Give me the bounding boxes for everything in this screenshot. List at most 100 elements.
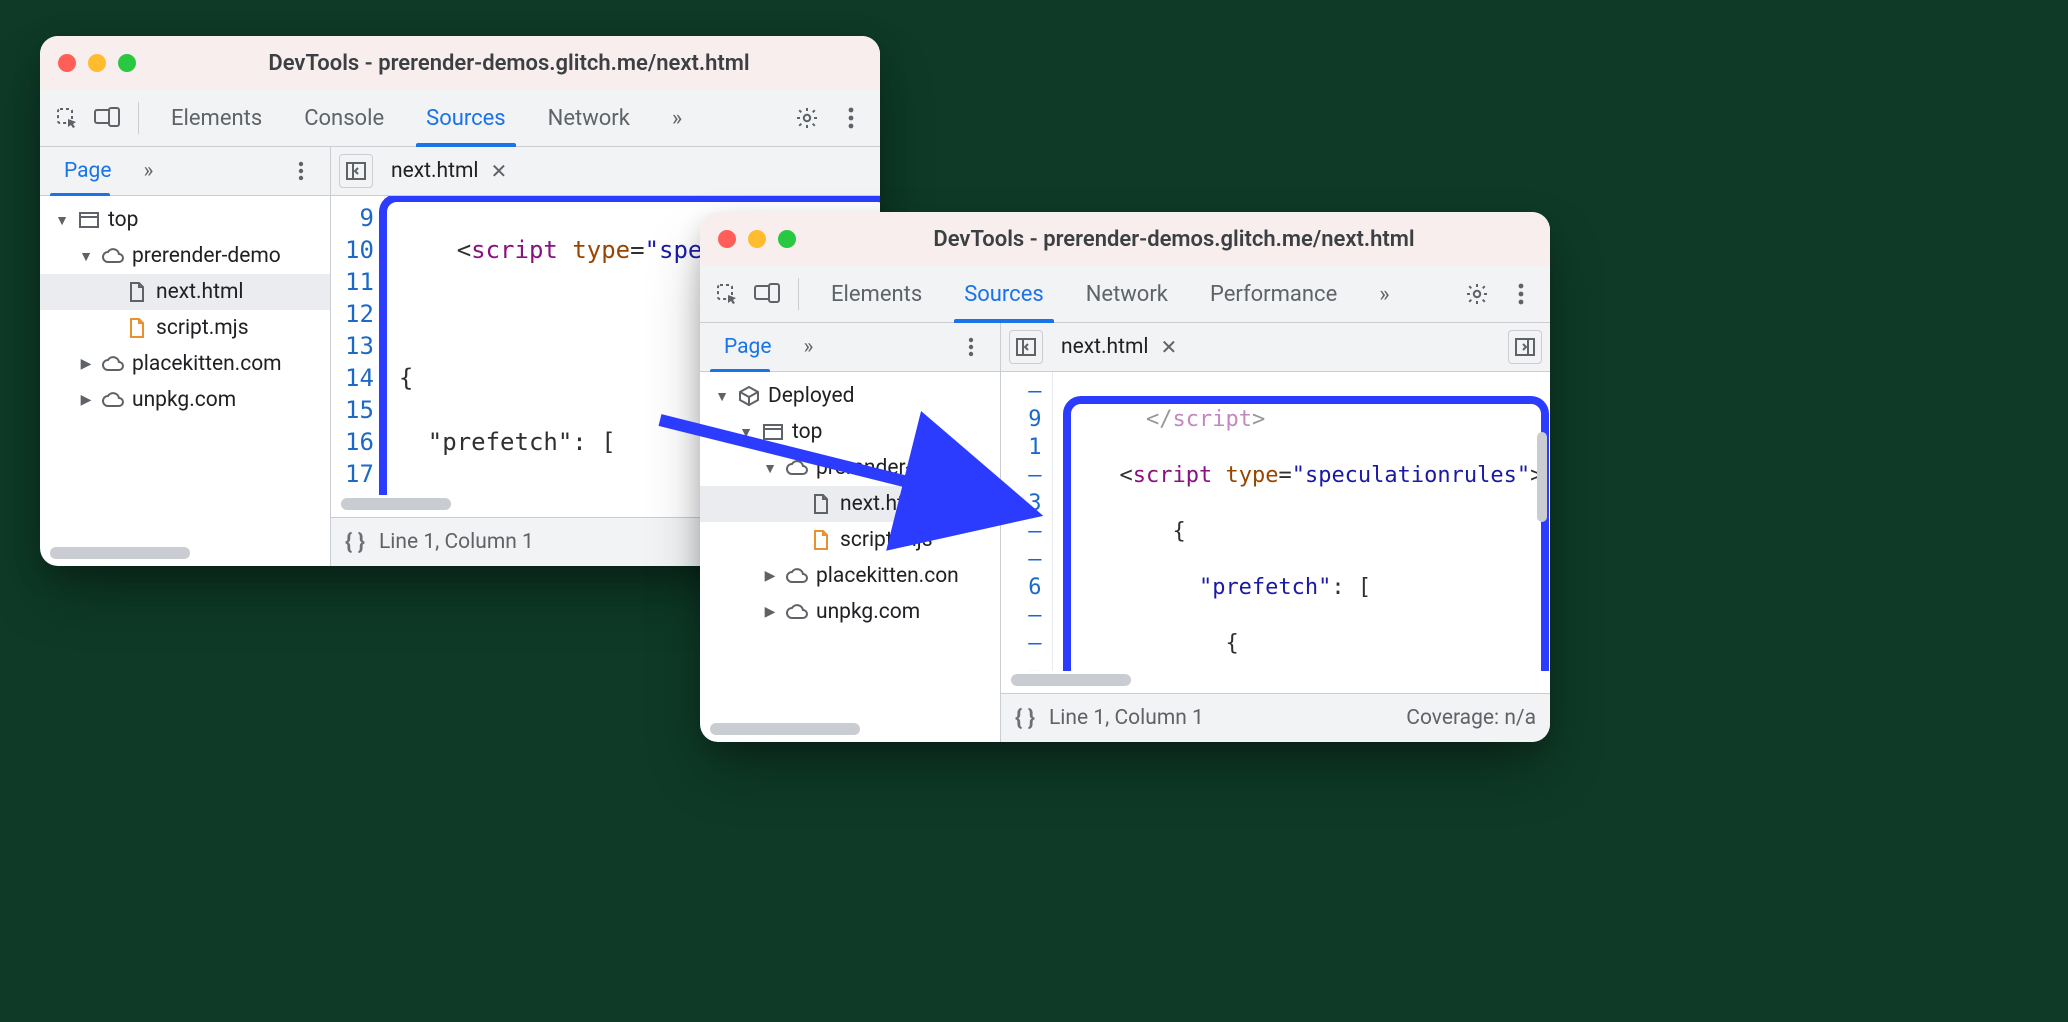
tree-file-html[interactable]: next.html (700, 486, 1000, 522)
editor-vscroll[interactable] (1537, 432, 1547, 522)
tab-console[interactable]: Console (286, 90, 402, 146)
file-icon (126, 281, 148, 303)
status-bar: { } Line 1, Column 1 Coverage: n/a (1001, 693, 1550, 742)
tab-more[interactable]: » (1361, 266, 1407, 322)
tree-label: placekitten.con (816, 564, 959, 588)
tree-top-frame[interactable]: ▼ top (40, 202, 330, 238)
line-number-gutter: – 9 1 – 3 – – 6 – – – 20 (1001, 372, 1053, 671)
source-editor: next.html ✕ – 9 1 – 3 (1001, 323, 1550, 742)
line-number-gutter: 9 10 11 12 13 14 15 16 17 18 19 – (331, 196, 385, 495)
pretty-print-icon[interactable]: { } (345, 530, 365, 555)
settings-icon[interactable] (1458, 275, 1496, 313)
toggle-navigator-icon[interactable] (339, 154, 373, 188)
zoom-window-button[interactable] (778, 230, 796, 248)
settings-icon[interactable] (788, 99, 826, 137)
editor-tab-label: next.html (391, 159, 479, 183)
main-tabs: Elements Console Sources Network » (40, 90, 880, 147)
side-tab-more[interactable]: » (130, 147, 168, 195)
frame-icon (78, 209, 100, 231)
tree-file-mjs[interactable]: script.mjs (40, 310, 330, 346)
inspect-element-icon[interactable] (710, 277, 744, 311)
tree-unpkg[interactable]: ▶ unpkg.com (40, 382, 330, 418)
editor-tab-next-html[interactable]: next.html ✕ (1051, 323, 1187, 371)
toggle-navigator-icon[interactable] (1009, 330, 1043, 364)
close-tab-icon[interactable]: ✕ (1161, 335, 1178, 359)
kebab-menu-icon[interactable] (1502, 275, 1540, 313)
tree-label: top (108, 208, 138, 232)
close-window-button[interactable] (718, 230, 736, 248)
tree-origin[interactable]: ▼ prerender-demo (40, 238, 330, 274)
sidebar-scrollbar[interactable] (710, 722, 990, 736)
deployed-icon (738, 385, 760, 407)
side-tab-page[interactable]: Page (710, 323, 786, 371)
editor-scrollbar[interactable] (1011, 673, 1540, 687)
cloud-icon (786, 601, 808, 623)
main-tabs: Elements Sources Network Performance » (700, 266, 1550, 323)
kebab-menu-icon[interactable] (832, 99, 870, 137)
tree-label: script.mjs (156, 316, 249, 340)
tree-label: unpkg.com (816, 600, 920, 624)
side-kebab-icon[interactable] (282, 152, 320, 190)
tree-file-html[interactable]: next.html (40, 274, 330, 310)
navigator-sidebar: Page » ▼ Deployed ▼ top (700, 323, 1001, 742)
tree-label: next.html (156, 280, 244, 304)
tab-performance[interactable]: Performance (1192, 266, 1355, 322)
sidebar-scrollbar[interactable] (50, 546, 320, 560)
minimize-window-button[interactable] (88, 54, 106, 72)
side-tab-page[interactable]: Page (50, 147, 126, 195)
tree-placekitten[interactable]: ▶ placekitten.com (40, 346, 330, 382)
tab-elements[interactable]: Elements (153, 90, 280, 146)
file-icon (810, 493, 832, 515)
frame-icon (762, 421, 784, 443)
traffic-lights (58, 54, 136, 72)
tree-placekitten[interactable]: ▶ placekitten.con (700, 558, 1000, 594)
inspect-element-icon[interactable] (50, 101, 84, 135)
window-title: DevTools - prerender-demos.glitch.me/nex… (816, 227, 1532, 252)
close-tab-icon[interactable]: ✕ (491, 159, 508, 183)
device-toolbar-icon[interactable] (90, 101, 124, 135)
source-code[interactable]: </script> <script type="speculationrules… (1053, 372, 1551, 671)
file-tree: ▼ Deployed ▼ top ▼ prerender-demo (700, 372, 1000, 720)
file-tree: ▼ top ▼ prerender-demo next.html (40, 196, 330, 544)
titlebar: DevTools - prerender-demos.glitch.me/nex… (40, 36, 880, 90)
tree-label: script.mjs (840, 528, 933, 552)
zoom-window-button[interactable] (118, 54, 136, 72)
file-js-icon (126, 317, 148, 339)
editor-tab-label: next.html (1061, 335, 1149, 359)
cloud-icon (786, 565, 808, 587)
minimize-window-button[interactable] (748, 230, 766, 248)
tab-network[interactable]: Network (1068, 266, 1186, 322)
toggle-debugger-icon[interactable] (1508, 330, 1542, 364)
editor-tab-next-html[interactable]: next.html ✕ (381, 147, 517, 195)
tree-origin[interactable]: ▼ prerender-demo (700, 450, 1000, 486)
tree-label: prerender-demo (132, 244, 281, 268)
pretty-print-icon[interactable]: { } (1015, 706, 1035, 731)
traffic-lights (718, 230, 796, 248)
cloud-icon (102, 353, 124, 375)
tree-label: placekitten.com (132, 352, 282, 376)
cursor-position: Line 1, Column 1 (379, 530, 534, 554)
tab-network[interactable]: Network (530, 90, 648, 146)
close-window-button[interactable] (58, 54, 76, 72)
tree-label: top (792, 420, 822, 444)
cloud-icon (102, 389, 124, 411)
tree-label: Deployed (768, 384, 854, 408)
devtools-window-right: DevTools - prerender-demos.glitch.me/nex… (700, 212, 1550, 742)
window-title: DevTools - prerender-demos.glitch.me/nex… (156, 51, 862, 76)
tree-deployed[interactable]: ▼ Deployed (700, 378, 1000, 414)
cloud-icon (786, 457, 808, 479)
tab-more[interactable]: » (654, 90, 700, 146)
cloud-icon (102, 245, 124, 267)
tree-label: next.html (840, 492, 928, 516)
navigator-sidebar: Page » ▼ top ▼ prerender-demo (40, 147, 331, 566)
side-kebab-icon[interactable] (952, 328, 990, 366)
tree-label: unpkg.com (132, 388, 236, 412)
tab-sources[interactable]: Sources (946, 266, 1062, 322)
tree-unpkg[interactable]: ▶ unpkg.com (700, 594, 1000, 630)
side-tab-more[interactable]: » (790, 323, 828, 371)
tab-sources[interactable]: Sources (408, 90, 524, 146)
tree-file-mjs[interactable]: script.mjs (700, 522, 1000, 558)
tree-top-frame[interactable]: ▼ top (700, 414, 1000, 450)
device-toolbar-icon[interactable] (750, 277, 784, 311)
tab-elements[interactable]: Elements (813, 266, 940, 322)
